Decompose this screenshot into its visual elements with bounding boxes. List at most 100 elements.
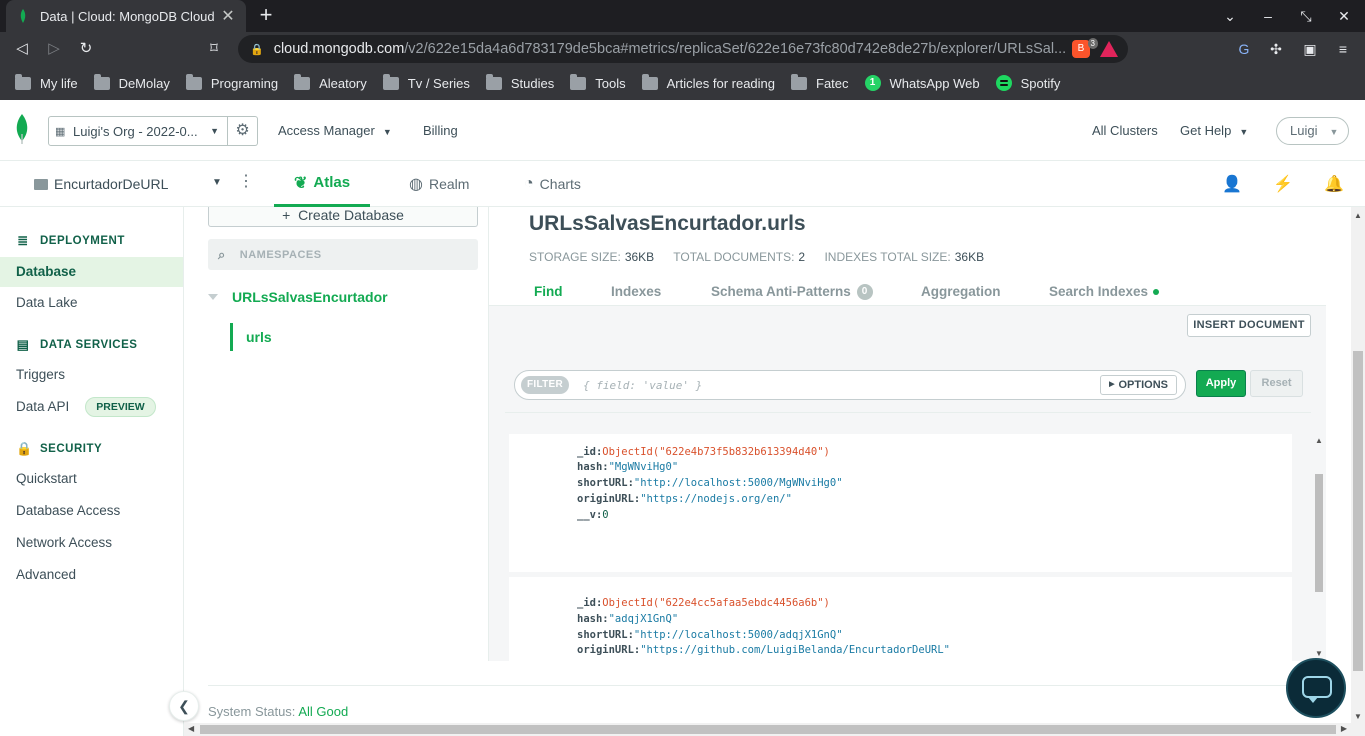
field-hash: hash:"adqjX1GnQ" bbox=[577, 613, 679, 625]
back-icon[interactable]: ◁ bbox=[10, 37, 34, 61]
scroll-down-icon[interactable]: ▼ bbox=[1354, 712, 1362, 721]
invite-user-icon[interactable]: 👤 bbox=[1221, 174, 1243, 194]
mongodb-logo-icon[interactable] bbox=[14, 114, 30, 144]
sidebar-item-triggers[interactable]: Triggers bbox=[0, 360, 183, 390]
tab-atlas[interactable]: ❦ Atlas bbox=[274, 161, 371, 207]
bookmark-folder[interactable]: Articles for reading bbox=[641, 73, 775, 91]
scrollbar-thumb[interactable] bbox=[1353, 351, 1363, 671]
project-selector[interactable]: EncurtadorDeURL bbox=[34, 176, 168, 192]
tab-indexes[interactable]: Indexes bbox=[611, 284, 661, 299]
sidebar-item-data-lake[interactable]: Data Lake bbox=[0, 288, 183, 318]
get-help-menu[interactable]: Get Help ▼ bbox=[1180, 123, 1248, 138]
tab-search-icon[interactable]: ⌄ bbox=[1212, 0, 1248, 32]
folder-icon bbox=[485, 73, 502, 90]
tab-find[interactable]: Find bbox=[534, 284, 563, 299]
insert-document-button[interactable]: INSERT DOCUMENT bbox=[1187, 314, 1311, 337]
org-settings-gear-icon[interactable]: ⚙ bbox=[228, 116, 258, 146]
minimize-icon[interactable]: – bbox=[1250, 0, 1286, 32]
reset-button[interactable]: Reset bbox=[1250, 370, 1303, 397]
sidebar-item-network-access[interactable]: Network Access bbox=[0, 528, 183, 558]
data-services-icon: ▤ bbox=[16, 337, 30, 352]
forward-icon[interactable]: ▷ bbox=[42, 37, 66, 61]
billing-link[interactable]: Billing bbox=[423, 123, 458, 138]
bookmark-folder[interactable]: Tv / Series bbox=[382, 73, 470, 91]
namespaces-search-input[interactable]: ⌕ NAMESPACES bbox=[208, 239, 478, 270]
document-card[interactable]: _id:ObjectId("622e4b73f5b832b613394d40")… bbox=[509, 434, 1292, 572]
address-bar[interactable]: 🔒 cloud.mongodb.com/v2/622e15da4a6d78317… bbox=[238, 35, 1128, 63]
options-button[interactable]: ▶ OPTIONS bbox=[1100, 375, 1177, 395]
system-status-link[interactable]: All Good bbox=[298, 704, 348, 719]
scrollbar-thumb[interactable] bbox=[1315, 474, 1323, 592]
page-horizontal-scrollbar[interactable]: ◀ ▶ bbox=[184, 723, 1365, 736]
bookmark-whatsapp[interactable]: 1 WhatsApp Web bbox=[864, 75, 980, 91]
page-vertical-scrollbar[interactable]: ▲ ▼ bbox=[1351, 207, 1365, 723]
tab-search-indexes[interactable]: Search Indexes bbox=[1049, 284, 1160, 299]
scrollbar-thumb[interactable] bbox=[200, 725, 1336, 734]
bookmark-spotify[interactable]: Spotify bbox=[995, 75, 1060, 91]
filter-bar[interactable]: FILTER { field: 'value' } ▶ OPTIONS bbox=[514, 370, 1186, 400]
bookmark-folder[interactable]: Aleatory bbox=[294, 73, 367, 91]
charts-icon: ◔ bbox=[524, 175, 534, 192]
sidebar-item-database-access[interactable]: Database Access bbox=[0, 496, 183, 526]
translate-icon[interactable]: G bbox=[1234, 40, 1254, 58]
org-selector[interactable]: ▦ Luigi's Org - 2022-0... ▼ bbox=[48, 116, 228, 146]
caret-right-icon: ▶ bbox=[1109, 381, 1115, 389]
folder-icon bbox=[93, 73, 110, 90]
filter-input[interactable]: { field: 'value' } bbox=[583, 379, 702, 392]
restore-icon[interactable]: ⤡ bbox=[1288, 0, 1324, 32]
document-card[interactable]: _id:ObjectId("622e4cc5afaa5ebdc4456a6b")… bbox=[509, 577, 1292, 661]
notifications-bell-icon[interactable]: 🔔 bbox=[1323, 174, 1345, 194]
all-clusters-link[interactable]: All Clusters bbox=[1092, 123, 1158, 138]
folder-icon bbox=[294, 73, 311, 90]
documents-scrollbar[interactable]: ▲ ▼ bbox=[1313, 434, 1325, 658]
access-manager-menu[interactable]: Access Manager ▼ bbox=[278, 123, 392, 138]
scroll-up-icon[interactable]: ▲ bbox=[1315, 436, 1323, 445]
collapse-sidebar-chevron-icon[interactable]: ❮ bbox=[169, 691, 199, 721]
bookmark-folder[interactable]: Fatec bbox=[791, 73, 849, 91]
menu-icon[interactable]: ≡ bbox=[1333, 40, 1353, 58]
database-tree-item[interactable]: URLsSalvasEncurtador bbox=[208, 289, 388, 305]
bookmark-folder[interactable]: My life bbox=[15, 73, 78, 91]
collection-tree-item[interactable]: urls bbox=[230, 323, 272, 351]
activity-feed-icon[interactable]: ⚡ bbox=[1272, 174, 1294, 194]
scroll-left-icon[interactable]: ◀ bbox=[188, 724, 194, 733]
tab-charts[interactable]: ◔ Charts bbox=[524, 161, 581, 207]
sidebar-item-advanced[interactable]: Advanced bbox=[0, 560, 183, 590]
browser-tab[interactable]: Data | Cloud: MongoDB Cloud ✕ bbox=[6, 0, 246, 32]
extensions-icon[interactable]: ✣ bbox=[1266, 40, 1286, 58]
folder-icon bbox=[641, 73, 658, 90]
scroll-up-icon[interactable]: ▲ bbox=[1354, 211, 1362, 220]
scroll-right-icon[interactable]: ▶ bbox=[1341, 724, 1347, 733]
scroll-down-icon[interactable]: ▼ bbox=[1315, 649, 1323, 658]
left-sidebar: ≣ DEPLOYMENT Database Data Lake ▤ DATA SER… bbox=[0, 207, 184, 736]
brave-rewards-icon[interactable] bbox=[1100, 41, 1118, 57]
tab-schema-anti-patterns[interactable]: Schema Anti-Patterns 0 bbox=[711, 284, 873, 301]
project-dropdown-chevron-icon[interactable]: ▼ bbox=[212, 177, 222, 188]
status-dot-icon bbox=[1153, 289, 1160, 296]
close-tab-icon[interactable]: ✕ bbox=[220, 6, 236, 26]
user-menu[interactable]: Luigi ▼ bbox=[1276, 117, 1349, 145]
project-more-icon[interactable]: ⋮ bbox=[238, 172, 254, 192]
brave-shield-icon[interactable]: B3 bbox=[1072, 38, 1098, 58]
sidebar-item-quickstart[interactable]: Quickstart bbox=[0, 464, 183, 494]
bookmark-folder[interactable]: Programing bbox=[185, 73, 278, 91]
apply-button[interactable]: Apply bbox=[1196, 370, 1246, 397]
bookmark-folder[interactable]: Studies bbox=[485, 73, 554, 91]
chevron-down-icon: ▼ bbox=[1329, 127, 1339, 137]
count-badge: 0 bbox=[856, 284, 873, 301]
tab-realm[interactable]: ◍ Realm bbox=[409, 161, 469, 207]
sidebar-item-data-api[interactable]: Data API PREVIEW bbox=[0, 392, 183, 422]
folder-icon bbox=[791, 73, 808, 90]
reload-icon[interactable]: ↻ bbox=[74, 37, 98, 61]
new-tab-icon[interactable]: + bbox=[254, 2, 278, 28]
support-chat-button[interactable] bbox=[1286, 658, 1346, 718]
window-close-icon[interactable]: ✕ bbox=[1326, 0, 1362, 32]
tab-aggregation[interactable]: Aggregation bbox=[921, 284, 1001, 299]
preview-badge: PREVIEW bbox=[85, 397, 156, 418]
wallet-icon[interactable]: ▣ bbox=[1300, 40, 1320, 58]
bookmark-icon[interactable]: ⌑ bbox=[202, 37, 226, 61]
sidebar-item-database[interactable]: Database bbox=[0, 257, 183, 287]
bookmark-folder[interactable]: Tools bbox=[570, 73, 626, 91]
bookmark-folder[interactable]: DeMolay bbox=[93, 73, 170, 91]
create-database-button[interactable]: + Create Database bbox=[208, 207, 478, 227]
